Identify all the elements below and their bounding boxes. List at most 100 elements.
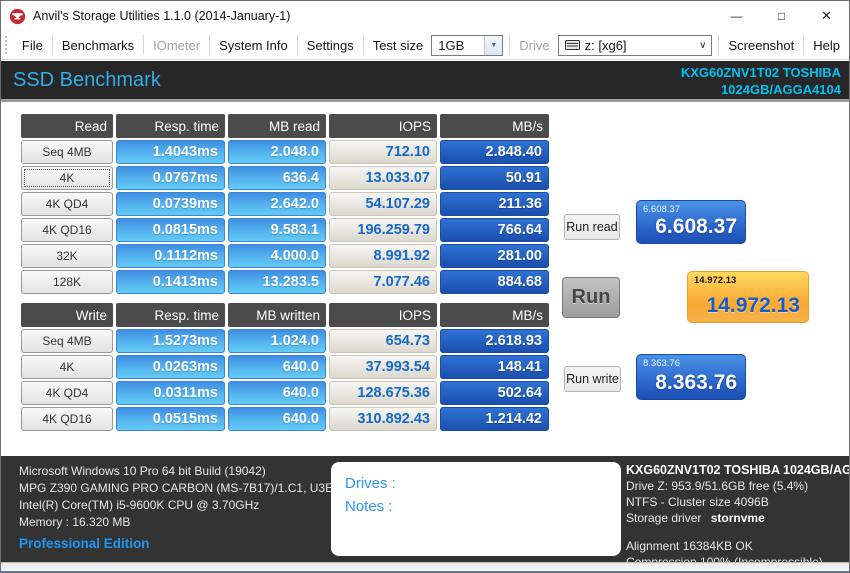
test-size-label: Test size	[372, 37, 424, 53]
drive-free-space: Drive Z: 953.9/51.6GB free (5.4%)	[626, 479, 809, 493]
write-resp-time-cell: 0.0515ms	[116, 407, 225, 431]
menu-help[interactable]: Help	[804, 34, 849, 56]
read-mb-cell: 636.4	[228, 166, 326, 190]
window-title: Anvil's Storage Utilities 1.1.0 (2014-Ja…	[33, 9, 291, 23]
write-column-header: MB written	[228, 303, 326, 327]
drive-info-title: KXG60ZNV1T02 TOSHIBA 1024GB/AGGA4104	[626, 463, 849, 477]
read-iops-cell: 8.991.92	[329, 244, 437, 268]
run-button[interactable]: Run	[562, 277, 620, 318]
read-resp-time-cell: 0.0815ms	[116, 218, 225, 242]
toolbar-grip	[4, 35, 9, 55]
read-resp-time-cell: 0.0739ms	[116, 192, 225, 216]
read-mb-cell: 4.000.0	[228, 244, 326, 268]
write-row-button[interactable]: 4K	[21, 355, 113, 379]
drive-model-line1: KXG60ZNV1T02 TOSHIBA	[680, 65, 841, 80]
cpu-info: Intel(R) Core(TM) i5-9600K CPU @ 3.70GHz	[19, 498, 260, 512]
write-iops-cell: 37.993.54	[329, 355, 437, 379]
read-mb-cell: 9.583.1	[228, 218, 326, 242]
write-score-small: 8.363.76	[643, 358, 680, 369]
memory-info: Memory : 16.320 MB	[19, 515, 131, 529]
read-iops-cell: 196.259.79	[329, 218, 437, 242]
write-score-box: 8.363.76 8.363.76	[636, 354, 746, 400]
read-mb-cell: 2.048.0	[228, 140, 326, 164]
write-mbs-cell: 1.214.42	[440, 407, 549, 431]
drive-model-label: KXG60ZNV1T02 TOSHIBA 1024GB/AGGA4104	[681, 64, 841, 98]
anvil-app-icon	[9, 8, 26, 24]
run-write-button[interactable]: Run write	[564, 366, 621, 392]
write-mb-cell: 640.0	[228, 381, 326, 405]
read-iops-cell: 54.107.29	[329, 192, 437, 216]
read-column-header: Resp. time	[116, 114, 225, 138]
read-row-button[interactable]: Seq 4MB	[21, 140, 113, 164]
read-column-header: MB/s	[440, 114, 549, 138]
read-iops-cell: 13.033.07	[329, 166, 437, 190]
read-column-header: IOPS	[329, 114, 437, 138]
write-mbs-cell: 148.41	[440, 355, 549, 379]
write-resp-time-cell: 0.0263ms	[116, 355, 225, 379]
menu-benchmarks[interactable]: Benchmarks	[53, 34, 143, 56]
close-icon[interactable]: ✕	[804, 1, 849, 31]
read-results-table: Read Resp. time MB read IOPS MB/s Seq 4MB 1.40…	[21, 114, 549, 294]
read-row-button[interactable]: 32K	[21, 244, 113, 268]
drive-value-wrap: z: [xg6]	[559, 38, 695, 53]
write-column-header: IOPS	[329, 303, 437, 327]
storage-driver-label: Storage driver	[626, 511, 702, 525]
os-info: Microsoft Windows 10 Pro 64 bit Build (1…	[19, 464, 266, 478]
page-title: SSD Benchmark	[13, 69, 161, 91]
run-read-button[interactable]: Run read	[564, 214, 620, 240]
test-size-select[interactable]: 1GB ▼	[431, 34, 504, 56]
footer: Microsoft Windows 10 Pro 64 bit Build (1…	[1, 456, 849, 569]
maximize-icon[interactable]: □	[759, 1, 804, 31]
write-column-header: MB/s	[440, 303, 549, 327]
total-score-value: 14.972.13	[706, 294, 800, 317]
alignment-info: Alignment 16384KB OK	[626, 539, 753, 553]
edition-label: Professional Edition	[19, 536, 150, 551]
write-mb-cell: 640.0	[228, 407, 326, 431]
read-mbs-cell: 2.848.40	[440, 140, 549, 164]
read-mbs-cell: 884.68	[440, 270, 549, 294]
read-mbs-cell: 211.36	[440, 192, 549, 216]
write-results-table: Write Resp. time MB written IOPS MB/s Seq 4MB…	[21, 303, 549, 431]
menu-file[interactable]: File	[13, 34, 52, 56]
write-iops-cell: 128.675.36	[329, 381, 437, 405]
drive-info-panel: KXG60ZNV1T02 TOSHIBA 1024GB/AGGA4104 Dri…	[626, 462, 849, 570]
read-resp-time-cell: 0.1112ms	[116, 244, 225, 268]
minimize-icon[interactable]: —	[714, 1, 759, 31]
window-controls: — □ ✕	[714, 1, 849, 31]
read-column-header: MB read	[228, 114, 326, 138]
drives-notes-box[interactable]: Drives : Notes :	[331, 462, 621, 556]
write-iops-cell: 310.892.43	[329, 407, 437, 431]
menu-settings[interactable]: Settings	[298, 34, 363, 56]
read-mbs-cell: 50.91	[440, 166, 549, 190]
chevron-down-icon[interactable]: ∨	[694, 40, 711, 51]
notes-label: Notes :	[345, 498, 393, 515]
read-mbs-cell: 281.00	[440, 244, 549, 268]
write-row-button[interactable]: 4K QD16	[21, 407, 113, 431]
read-resp-time-cell: 0.0767ms	[116, 166, 225, 190]
menu-system-info[interactable]: System Info	[210, 34, 297, 56]
read-mb-cell: 13.283.5	[228, 270, 326, 294]
storage-driver-value: stornvme	[710, 511, 765, 525]
read-row-button[interactable]: 4K	[21, 166, 113, 190]
benchmark-header: SSD Benchmark KXG60ZNV1T02 TOSHIBA 1024G…	[1, 61, 849, 102]
drive-label: Drive	[519, 37, 550, 53]
read-mbs-cell: 766.64	[440, 218, 549, 242]
drive-filesystem: NTFS - Cluster size 4096B	[626, 495, 769, 509]
combo-arrow-icon[interactable]: ▼	[484, 35, 503, 55]
read-row-button[interactable]: 4K QD16	[21, 218, 113, 242]
write-mbs-cell: 502.64	[440, 381, 549, 405]
write-column-header: Write	[21, 303, 113, 327]
write-row-button[interactable]: Seq 4MB	[21, 329, 113, 353]
menu-screenshot[interactable]: Screenshot	[719, 34, 803, 56]
titlebar: Anvil's Storage Utilities 1.1.0 (2014-Ja…	[1, 1, 849, 31]
read-iops-cell: 712.10	[329, 140, 437, 164]
drives-label: Drives :	[345, 475, 396, 492]
write-mb-cell: 640.0	[228, 355, 326, 379]
read-row-button[interactable]: 4K QD4	[21, 192, 113, 216]
toolbar: File Benchmarks IOmeter System Info Sett…	[1, 31, 849, 60]
total-score-box: 14.972.13 14.972.13	[687, 271, 809, 323]
drive-select[interactable]: z: [xg6] ∨	[557, 34, 713, 56]
write-row-button[interactable]: 4K QD4	[21, 381, 113, 405]
read-row-button[interactable]: 128K	[21, 270, 113, 294]
